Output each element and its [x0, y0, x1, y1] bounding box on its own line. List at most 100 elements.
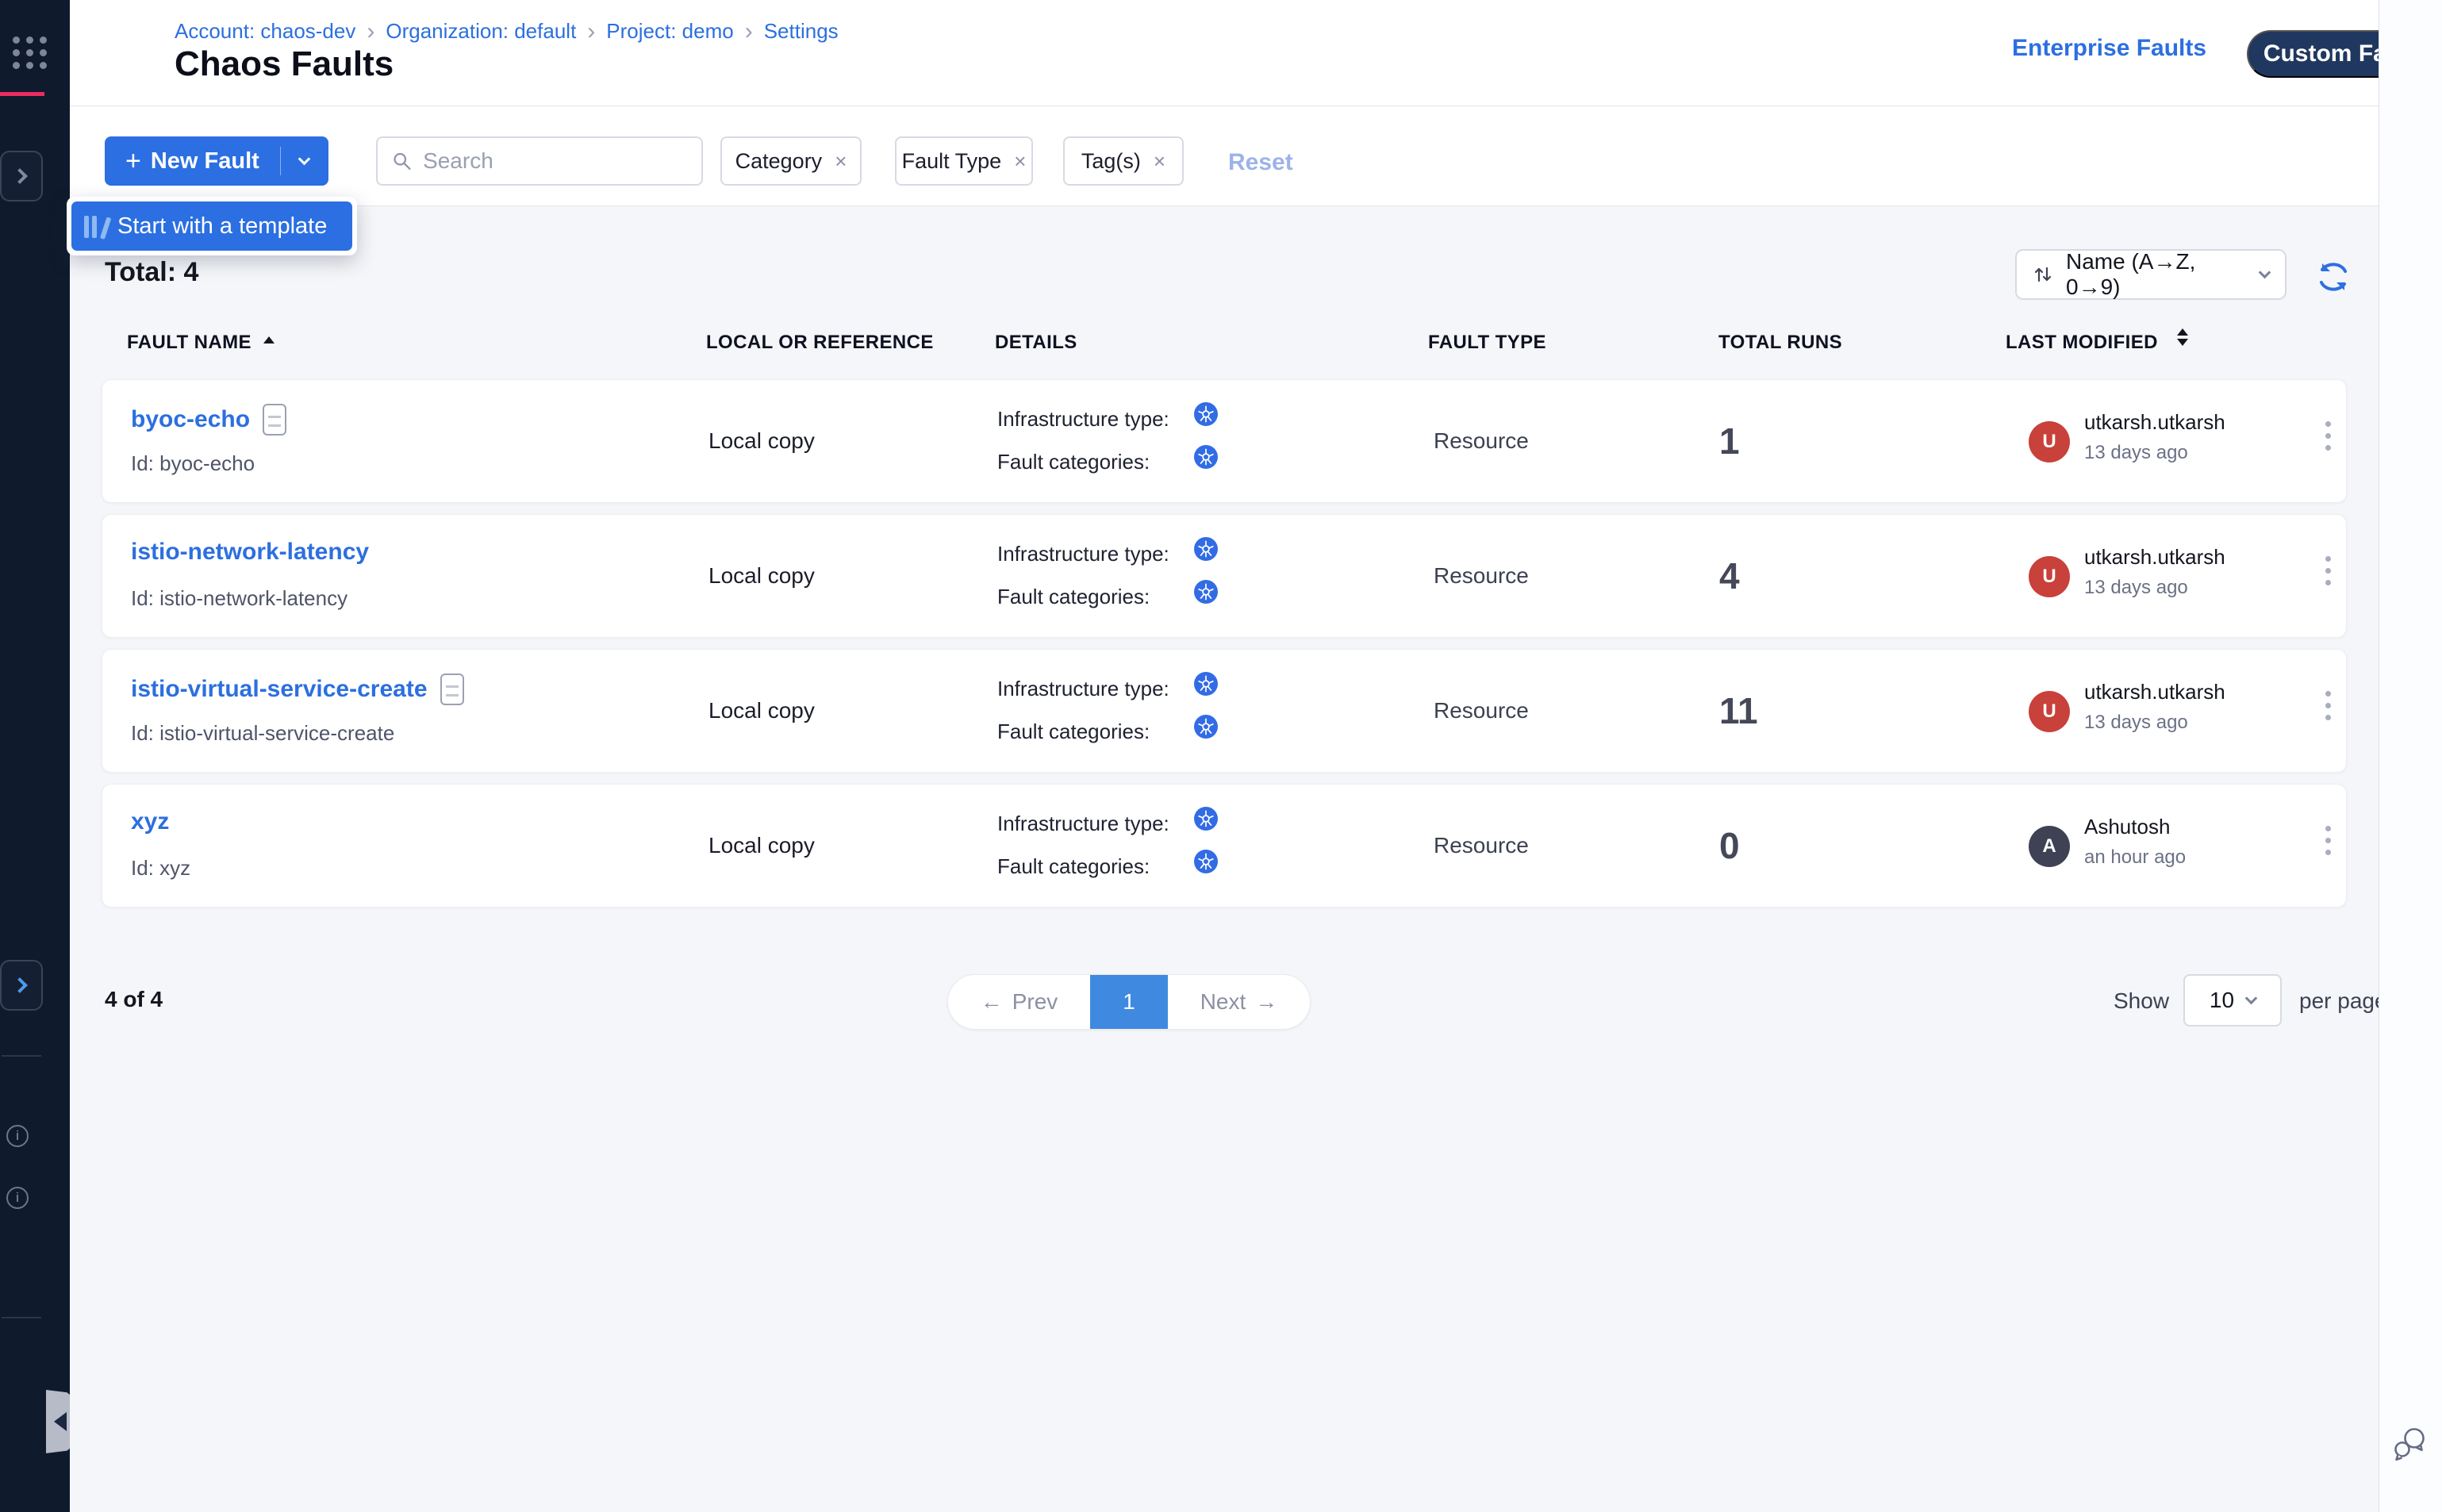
fault-name-link[interactable]: istio-network-latency: [131, 539, 369, 566]
col-last-modified[interactable]: LAST MODIFIED: [2006, 332, 2158, 354]
refresh-icon[interactable]: [2315, 260, 2352, 294]
filter-label: Category: [735, 149, 823, 174]
fault-name-link[interactable]: xyz: [131, 808, 169, 835]
local-or-reference: Local copy: [708, 833, 815, 858]
next-page-button[interactable]: Next →: [1168, 975, 1310, 1029]
sort-value: Name (A→Z, 0→9): [2066, 249, 2248, 300]
avatar: U: [2029, 691, 2070, 732]
expand-nav-button[interactable]: [0, 151, 43, 201]
row-menu-icon[interactable]: [2321, 551, 2336, 590]
fault-type: Resource: [1434, 698, 1529, 723]
modified-time: 13 days ago: [2084, 577, 2188, 599]
filter-fault-type[interactable]: Fault Type ×: [895, 136, 1033, 186]
search-icon: [392, 150, 412, 172]
breadcrumb-organization[interactable]: Organization: default: [386, 19, 576, 44]
start-with-template-item[interactable]: Start with a template: [71, 201, 352, 251]
breadcrumb-settings[interactable]: Settings: [764, 19, 839, 44]
plus-icon: +: [125, 146, 141, 177]
total-runs: 1: [1719, 420, 1740, 462]
table-row[interactable]: byoc-echo Id: byoc-echo Local copy Infra…: [102, 379, 2347, 503]
current-page-button[interactable]: 1: [1090, 975, 1168, 1029]
kubernetes-icon: [1194, 850, 1218, 873]
sort-both-icon[interactable]: [2177, 328, 2188, 346]
filter-label: Fault Type: [902, 149, 1002, 174]
fault-name-link[interactable]: byoc-echo: [131, 406, 250, 433]
modified-time: 13 days ago: [2084, 712, 2188, 734]
prev-label: Prev: [1012, 989, 1058, 1015]
avatar: U: [2029, 421, 2070, 462]
table-row[interactable]: istio-virtual-service-create Id: istio-v…: [102, 649, 2347, 773]
chevron-right-icon: [12, 977, 28, 993]
breadcrumb: Account: chaos-dev › Organization: defau…: [175, 19, 839, 44]
next-label: Next: [1200, 989, 1246, 1015]
right-edge-panel: [2379, 0, 2442, 1512]
table-row[interactable]: xyz Id: xyz Local copy Infrastructure ty…: [102, 784, 2347, 908]
new-fault-split-button: + New Fault: [105, 136, 328, 186]
triangle-left-icon: [54, 1412, 67, 1431]
col-fault-name[interactable]: FAULT NAME: [127, 332, 251, 354]
brand-accent-bar: [0, 92, 44, 96]
close-icon[interactable]: ×: [835, 149, 847, 174]
chevron-separator-icon: ›: [587, 21, 595, 42]
new-fault-button[interactable]: + New Fault: [105, 146, 280, 177]
new-fault-dropdown-toggle[interactable]: [281, 159, 328, 163]
local-or-reference: Local copy: [708, 698, 815, 723]
left-nav-sidebar: i i: [0, 0, 70, 1512]
row-menu-icon[interactable]: [2321, 821, 2336, 860]
close-icon[interactable]: ×: [1154, 149, 1165, 174]
chevron-separator-icon: ›: [745, 21, 753, 42]
fault-categories-label: Fault categories:: [997, 585, 1150, 609]
table-row[interactable]: istio-network-latency Id: istio-network-…: [102, 514, 2347, 638]
chat-support-icon[interactable]: [2392, 1426, 2429, 1464]
breadcrumb-account[interactable]: Account: chaos-dev: [175, 19, 355, 44]
fault-name-link[interactable]: istio-virtual-service-create: [131, 676, 428, 703]
fault-categories-label: Fault categories:: [997, 720, 1150, 744]
row-menu-icon[interactable]: [2321, 416, 2336, 455]
template-item-label: Start with a template: [117, 213, 327, 240]
close-icon[interactable]: ×: [1014, 149, 1026, 174]
fault-id: Id: xyz: [131, 856, 190, 881]
enterprise-faults-link[interactable]: Enterprise Faults: [2012, 35, 2206, 62]
fault-type: Resource: [1434, 563, 1529, 589]
new-fault-dropdown-menu: Start with a template: [67, 197, 357, 255]
info-icon[interactable]: i: [6, 1125, 29, 1147]
sort-select[interactable]: Name (A→Z, 0→9): [2015, 249, 2286, 300]
filter-tags[interactable]: Tag(s) ×: [1063, 136, 1184, 186]
total-count-label: Total: 4: [105, 257, 198, 288]
row-menu-icon[interactable]: [2321, 686, 2336, 725]
kubernetes-icon: [1194, 537, 1218, 561]
new-fault-label: New Fault: [151, 148, 259, 175]
manifest-icon[interactable]: [263, 404, 286, 436]
sort-asc-icon: [263, 336, 275, 343]
avatar: A: [2029, 826, 2070, 867]
chevron-down-icon: [298, 153, 311, 166]
total-runs: 4: [1719, 555, 1740, 597]
modified-by: utkarsh.utkarsh: [2084, 545, 2225, 570]
reset-filters-link[interactable]: Reset: [1228, 149, 1293, 176]
page-header: Account: chaos-dev › Organization: defau…: [70, 0, 2379, 106]
sidebar-divider: [2, 1317, 41, 1318]
per-page-label: per page: [2299, 988, 2387, 1014]
search-input[interactable]: [423, 148, 687, 174]
chevron-down-icon: [2245, 992, 2258, 1005]
fault-type: Resource: [1434, 833, 1529, 858]
show-label: Show: [2114, 988, 2169, 1014]
prev-page-button[interactable]: ← Prev: [948, 975, 1090, 1029]
manifest-icon[interactable]: [440, 673, 464, 705]
kubernetes-icon: [1194, 715, 1218, 739]
kubernetes-icon: [1194, 672, 1218, 696]
local-or-reference: Local copy: [708, 563, 815, 589]
info-icon[interactable]: i: [6, 1187, 29, 1209]
col-details: DETAILS: [995, 332, 1077, 354]
breadcrumb-project[interactable]: Project: demo: [606, 19, 733, 44]
kubernetes-icon: [1194, 402, 1218, 426]
infrastructure-type-label: Infrastructure type:: [997, 542, 1169, 566]
apps-grid-icon[interactable]: [13, 36, 48, 69]
result-count: 4 of 4: [105, 987, 163, 1012]
filter-category[interactable]: Category ×: [720, 136, 862, 186]
page-size-select[interactable]: 10: [2183, 974, 2282, 1027]
search-box: [376, 136, 703, 186]
expand-panel-button[interactable]: [0, 960, 43, 1011]
chevron-down-icon: [2259, 267, 2271, 279]
sort-arrows-icon: [2033, 264, 2053, 285]
